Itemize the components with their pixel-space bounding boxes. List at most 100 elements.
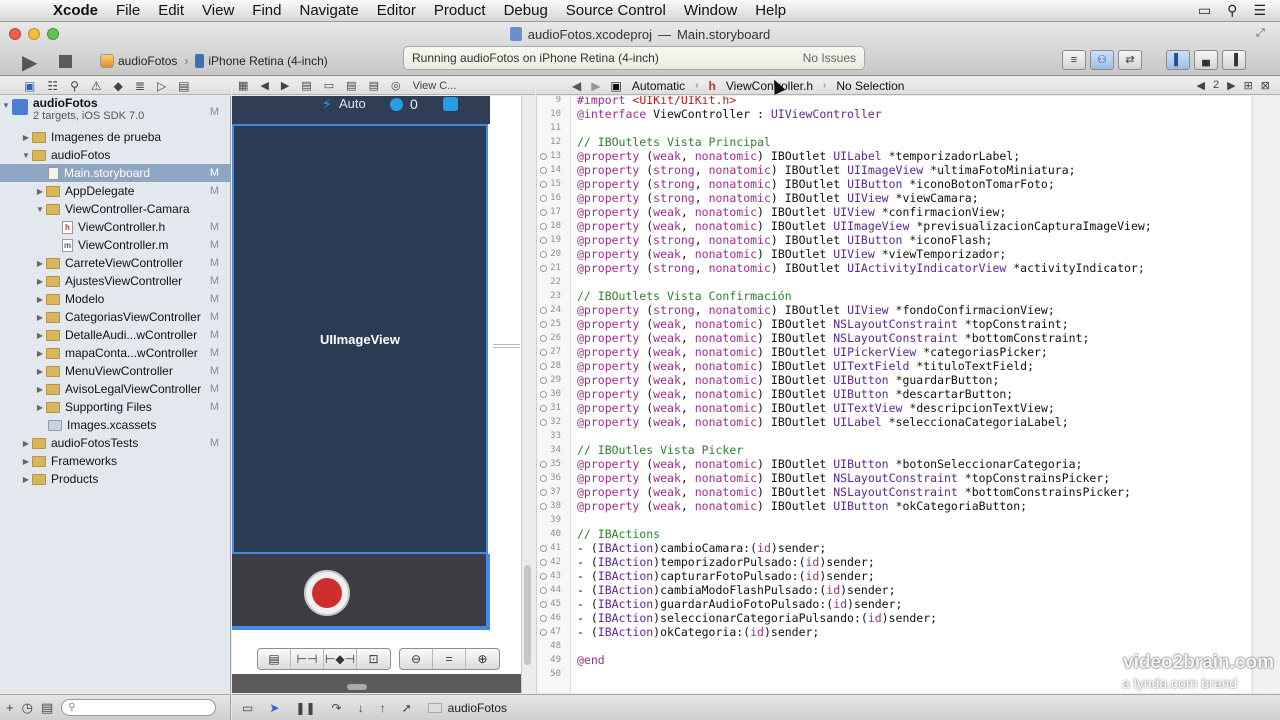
menu-app[interactable]: Xcode (44, 0, 107, 22)
tree-row[interactable]: ▶ audioFotosTests M (0, 434, 230, 452)
code-line[interactable]: @property (strong, nonatomic) IBOutlet U… (577, 191, 979, 205)
disclosure-closed-icon[interactable]: ▶ (34, 277, 46, 286)
outlet-connection-icon[interactable] (540, 167, 547, 174)
back-arrow-icon[interactable]: ◀ (572, 79, 581, 93)
minimize-window-button[interactable] (28, 28, 40, 40)
code-line[interactable]: @property (weak, nonatomic) IBOutlet NSL… (577, 317, 1069, 331)
tree-row[interactable]: ▶ Imagenes de prueba (0, 128, 230, 146)
pause-icon[interactable]: ❚❚ (295, 701, 315, 715)
code-line[interactable]: // IBOutlets Vista Confirmación (577, 289, 792, 303)
outlet-connection-icon[interactable] (540, 573, 547, 580)
forward-arrow-icon[interactable]: ▶ (281, 79, 289, 92)
tree-row[interactable]: ▶ Modelo M (0, 290, 230, 308)
code-line[interactable]: - (IBAction)cambioCamara:(id)sender; (577, 541, 826, 555)
assistant-mode[interactable]: Automatic (632, 79, 685, 93)
previous-counterpart-icon[interactable]: ◀ (1197, 79, 1205, 92)
zoom-out-icon[interactable]: ⊖ (400, 649, 433, 669)
assistant-editor-icon[interactable]: ⚇ (1090, 50, 1114, 70)
code-line[interactable]: @property (weak, nonatomic) IBOutlet UIB… (577, 457, 1082, 471)
timer-icon[interactable] (390, 98, 403, 111)
tree-row[interactable]: h ViewController.h M (0, 218, 230, 236)
storyboard-canvas[interactable]: ⚡ Auto 0 UIImageView ▤ ⊢⊣ ⊢◆⊣ ⊡ ⊖ = ⊕ (232, 96, 522, 693)
split-handle[interactable] (493, 344, 520, 348)
disclosure-open-icon[interactable]: ▼ (34, 205, 46, 214)
horizontal-scrollbar[interactable] (347, 684, 367, 690)
folder-crumb-icon[interactable]: ▭ (324, 79, 334, 92)
outlet-connection-icon[interactable] (540, 223, 547, 230)
disclosure-closed-icon[interactable]: ▶ (34, 403, 46, 412)
toggle-utilities-icon[interactable]: ▐ (1222, 50, 1246, 70)
code-line[interactable]: // IBActions (577, 527, 660, 541)
outlet-connection-icon[interactable] (540, 545, 547, 552)
menu-navigate[interactable]: Navigate (290, 0, 367, 22)
code-line[interactable]: @property (weak, nonatomic) IBOutlet UIB… (577, 499, 1027, 513)
tree-row[interactable]: ▶ DetalleAudi...wController M (0, 326, 230, 344)
code-line[interactable]: @property (strong, nonatomic) IBOutlet U… (577, 177, 1055, 191)
code-line[interactable]: @property (weak, nonatomic) IBOutlet UIV… (577, 205, 1006, 219)
menu-debug[interactable]: Debug (495, 0, 557, 22)
tree-row[interactable]: ▶ Frameworks (0, 452, 230, 470)
disclosure-closed-icon[interactable]: ▶ (34, 295, 46, 304)
outlet-connection-icon[interactable] (540, 195, 547, 202)
disclosure-closed-icon[interactable]: ▶ (34, 187, 46, 196)
outlet-connection-icon[interactable] (540, 391, 547, 398)
capture-button[interactable] (304, 570, 350, 616)
code-line[interactable]: @interface ViewController : UIViewContro… (577, 107, 882, 121)
back-arrow-icon[interactable]: ◀ (260, 79, 268, 92)
stop-button[interactable] (59, 55, 72, 68)
code-line[interactable]: @property (strong, nonatomic) IBOutlet U… (577, 303, 1055, 317)
canvas-vertical-scrollbar[interactable] (524, 565, 531, 665)
show-debug-area-icon[interactable]: ▭ (242, 701, 253, 715)
tree-row[interactable]: m ViewController.m M (0, 236, 230, 254)
tree-row[interactable]: ▶ AvisoLegalViewController M (0, 380, 230, 398)
code-editor[interactable]: 9 10 11 12 13 14 15 16 17 18 19 20 21 22 23 24 25 26 27 28 2… (536, 96, 1251, 693)
code-line[interactable]: @property (weak, nonatomic) IBOutlet UIL… (577, 415, 1069, 429)
camera-bottom-bar[interactable] (232, 554, 490, 630)
code-line[interactable]: @property (weak, nonatomic) IBOutlet UIP… (577, 345, 1048, 359)
issues-status[interactable]: No Issues (803, 51, 856, 65)
outlet-connection-icon[interactable] (540, 405, 547, 412)
outlet-connection-icon[interactable] (540, 363, 547, 370)
outlet-connection-icon[interactable] (540, 209, 547, 216)
close-editor-icon[interactable]: ⊠ (1261, 79, 1270, 92)
code-line[interactable]: @property (weak, nonatomic) IBOutlet UIB… (577, 387, 1013, 401)
forward-arrow-icon[interactable]: ▶ (591, 79, 600, 93)
version-editor-icon[interactable]: ⇄ (1118, 50, 1142, 70)
code-line[interactable]: - (IBAction)seleccionarCategoriaPulsando… (577, 611, 937, 625)
code-line[interactable]: - (IBAction)okCategoria:(id)sender; (577, 625, 819, 639)
step-over-icon[interactable]: ↷ (332, 701, 342, 715)
breakpoint-navigator-icon[interactable]: ▷ (157, 79, 166, 93)
tree-row[interactable]: Images.xcassets (0, 416, 230, 434)
disclosure-closed-icon[interactable]: ▶ (20, 439, 32, 448)
camera-top-bar[interactable]: ⚡ Auto 0 (232, 96, 490, 124)
disclosure-open-icon[interactable]: ▼ (20, 151, 32, 160)
code-line[interactable]: @property (weak, nonatomic) IBOutlet UII… (577, 219, 1152, 233)
disclosure-closed-icon[interactable]: ▶ (34, 331, 46, 340)
code-line[interactable]: @property (weak, nonatomic) IBOutlet UIT… (577, 359, 1034, 373)
view-controller-crumb[interactable]: View C... (413, 80, 457, 92)
code-line[interactable]: - (IBAction)capturarFotoPulsado:(id)send… (577, 569, 875, 583)
code-line[interactable]: @property (weak, nonatomic) IBOutlet UIB… (577, 373, 999, 387)
code-line[interactable]: - (IBAction)temporizadorPulsado:(id)send… (577, 555, 875, 569)
outlet-connection-icon[interactable] (540, 419, 547, 426)
tree-row[interactable]: ▼ ViewController-Camara (0, 200, 230, 218)
tree-row[interactable]: ▶ Supporting Files M (0, 398, 230, 416)
zoom-fit-icon[interactable]: = (433, 649, 466, 669)
flash-icon[interactable]: ⚡ (322, 96, 332, 113)
menu-help[interactable]: Help (746, 0, 795, 22)
menu-window[interactable]: Window (675, 0, 746, 22)
tree-row-selected[interactable]: Main.storyboard M (0, 164, 230, 182)
resizing-icon[interactable]: ⊡ (357, 649, 390, 669)
disclosure-closed-icon[interactable]: ▶ (34, 349, 46, 358)
outlet-connection-icon[interactable] (540, 377, 547, 384)
disclosure-closed-icon[interactable]: ▶ (20, 475, 32, 484)
outlet-connection-icon[interactable] (540, 335, 547, 342)
debug-navigator-icon[interactable]: ≣ (135, 79, 145, 93)
tree-row[interactable]: ▶ AppDelegate M (0, 182, 230, 200)
notification-center-icon[interactable]: ☰ (1253, 2, 1266, 19)
tree-row[interactable]: ▶ CategoriasViewController M (0, 308, 230, 326)
disclosure-closed-icon[interactable]: ▶ (34, 385, 46, 394)
tree-row[interactable]: ▶ CarreteViewController M (0, 254, 230, 272)
outlet-connection-icon[interactable] (540, 559, 547, 566)
disclosure-closed-icon[interactable]: ▶ (20, 133, 32, 142)
